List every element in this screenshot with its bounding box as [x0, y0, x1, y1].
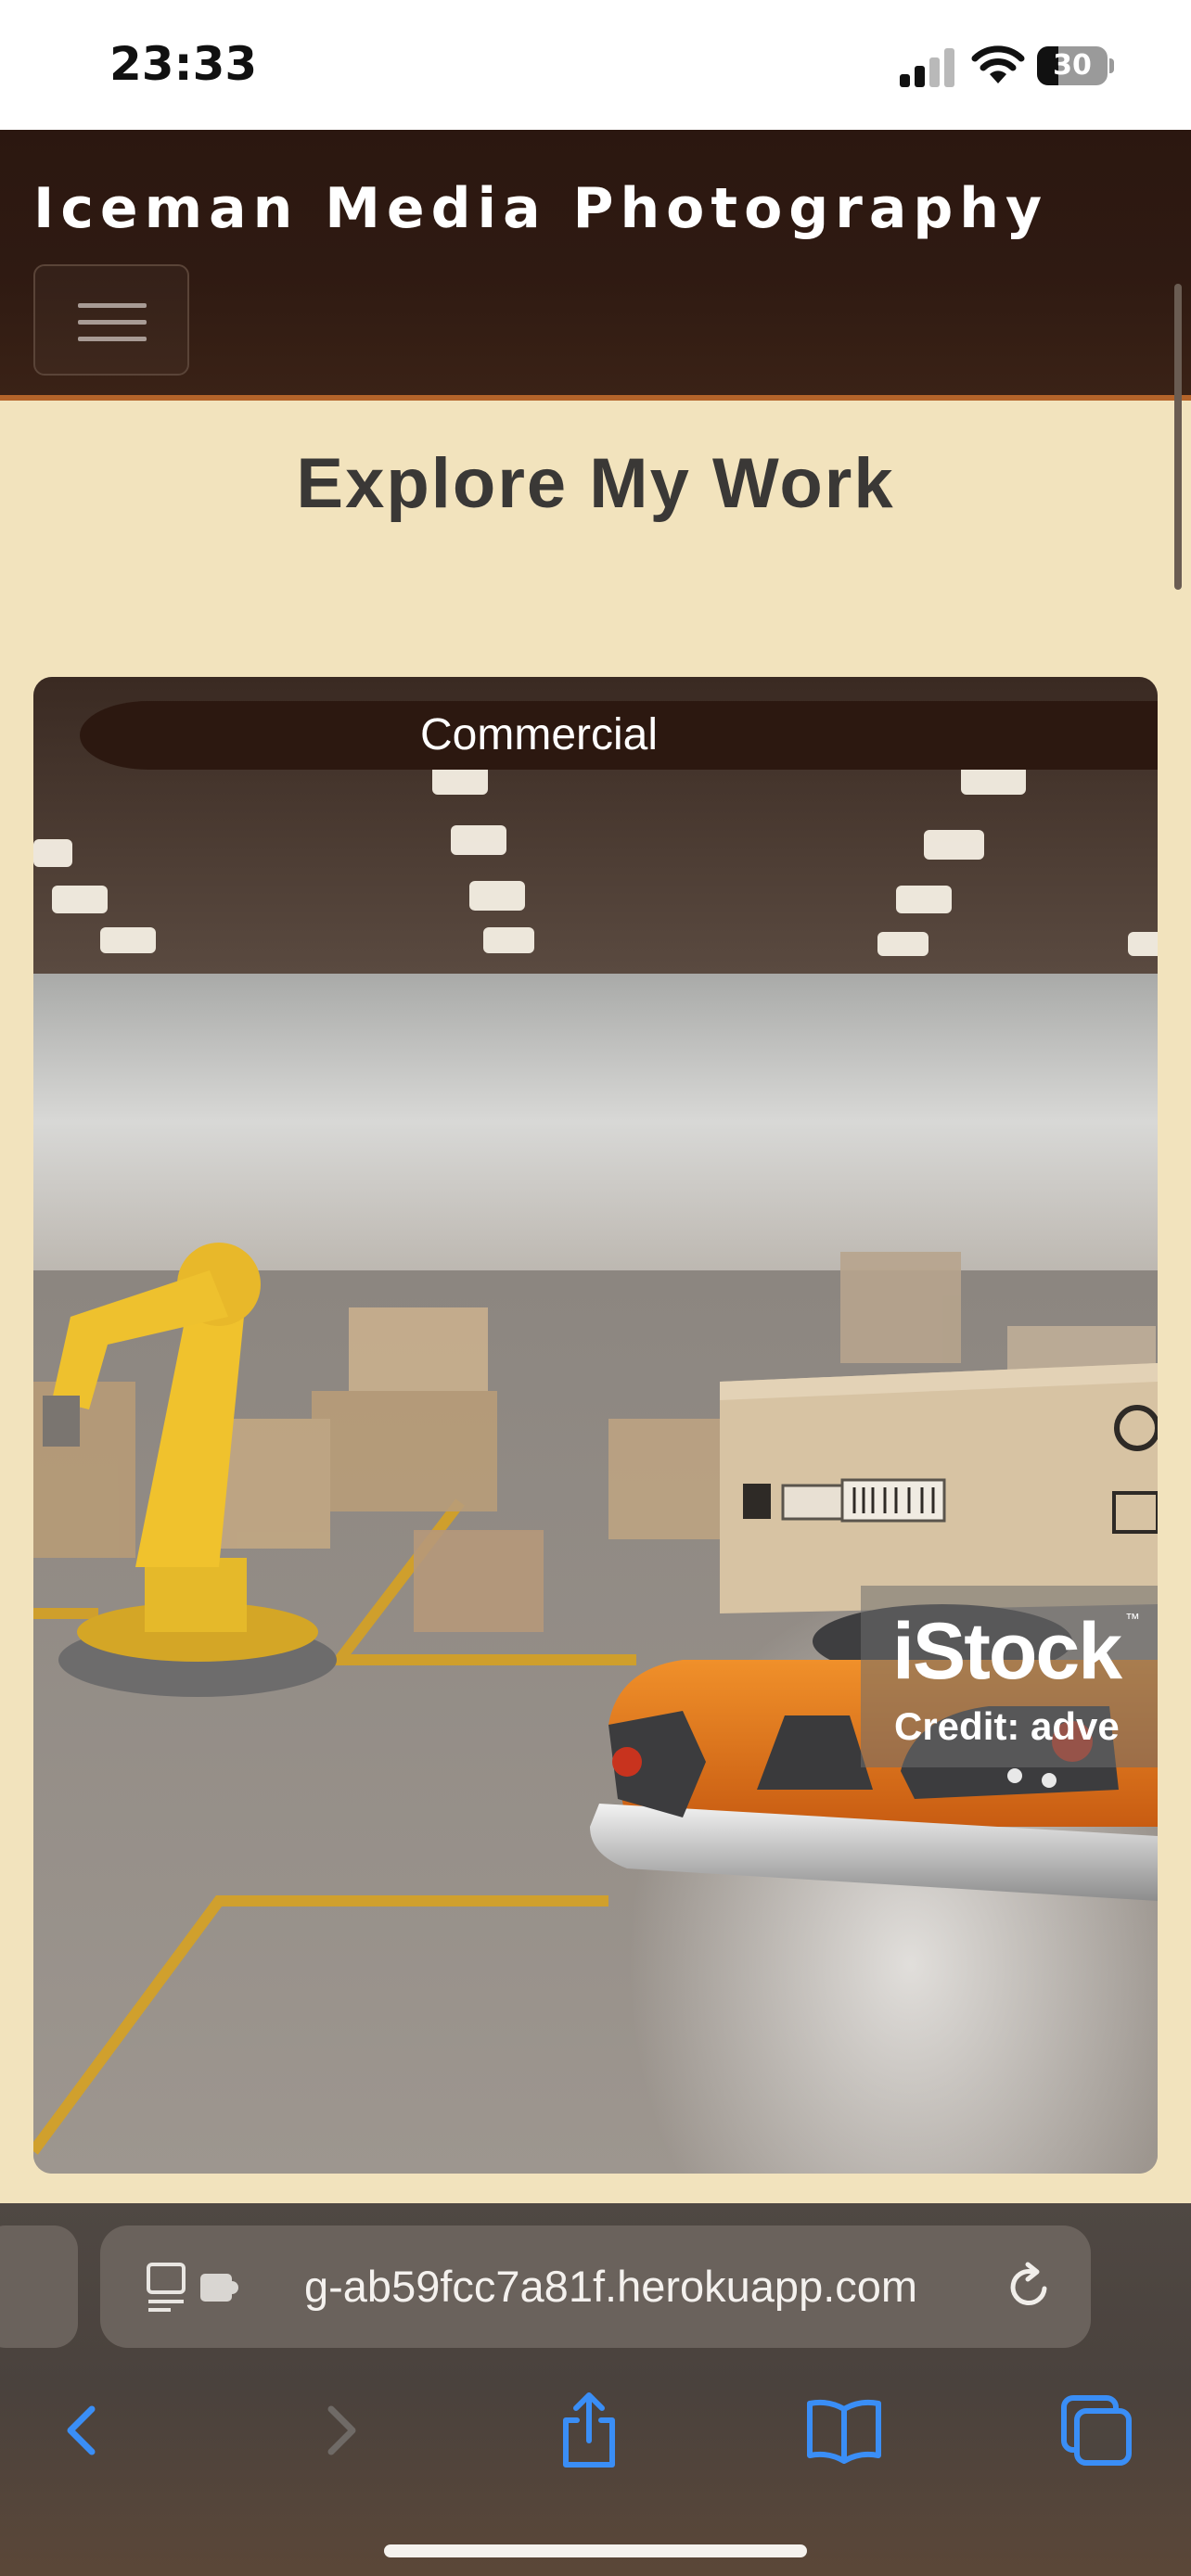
section-title: Explore My Work	[296, 444, 895, 523]
card-category-label: Commercial	[419, 710, 659, 759]
bookmarks-button[interactable]	[802, 2389, 886, 2472]
url-text[interactable]: g-ab59fcc7a81f.herokuapp.com	[304, 2225, 917, 2348]
work-card-image	[33, 677, 1158, 2174]
istock-watermark: iStock ™ Credit: adve	[861, 1586, 1158, 1767]
address-bar[interactable]: g-ab59fcc7a81f.herokuapp.com	[100, 2225, 1091, 2348]
previous-tab-peek[interactable]	[0, 2225, 78, 2348]
share-icon	[563, 2392, 615, 2468]
back-button[interactable]	[41, 2389, 124, 2472]
share-button[interactable]	[547, 2389, 631, 2472]
card-label-bar: Commercial	[80, 701, 1158, 770]
watermark-logo: iStock	[892, 1607, 1122, 1696]
chevron-left-icon	[67, 2405, 96, 2455]
book-icon	[807, 2399, 881, 2464]
page-scrollbar[interactable]	[1174, 284, 1182, 590]
reload-icon[interactable]	[1004, 2261, 1056, 2313]
signal-icon	[900, 48, 954, 87]
brand-title[interactable]: Iceman Media Photography	[33, 176, 1048, 241]
tabs-icon	[1061, 2395, 1132, 2466]
battery-icon: 30	[1037, 46, 1114, 85]
work-card-commercial[interactable]: Commercial iStock ™ Credit: adve	[33, 677, 1158, 2174]
forward-button[interactable]	[299, 2389, 382, 2472]
tabs-button[interactable]	[1055, 2389, 1138, 2472]
home-indicator[interactable]	[384, 2544, 807, 2557]
watermark-trademark: ™	[1125, 1612, 1140, 1627]
status-bar: 23:33 30	[0, 0, 1191, 130]
hamburger-menu-icon	[78, 303, 147, 308]
browser-chrome: g-ab59fcc7a81f.herokuapp.com	[0, 2203, 1191, 2576]
reader-mode-icon[interactable]	[147, 2263, 239, 2313]
hamburger-menu-button[interactable]	[33, 264, 189, 376]
battery-level: 30	[1053, 49, 1092, 82]
site-navbar: Iceman Media Photography	[0, 130, 1191, 401]
wifi-icon	[971, 45, 1025, 83]
status-time: 23:33	[109, 37, 258, 91]
watermark-credit: Credit: adve	[894, 1704, 1120, 1748]
chevron-right-icon	[327, 2405, 356, 2455]
extension-icon	[200, 2274, 238, 2302]
